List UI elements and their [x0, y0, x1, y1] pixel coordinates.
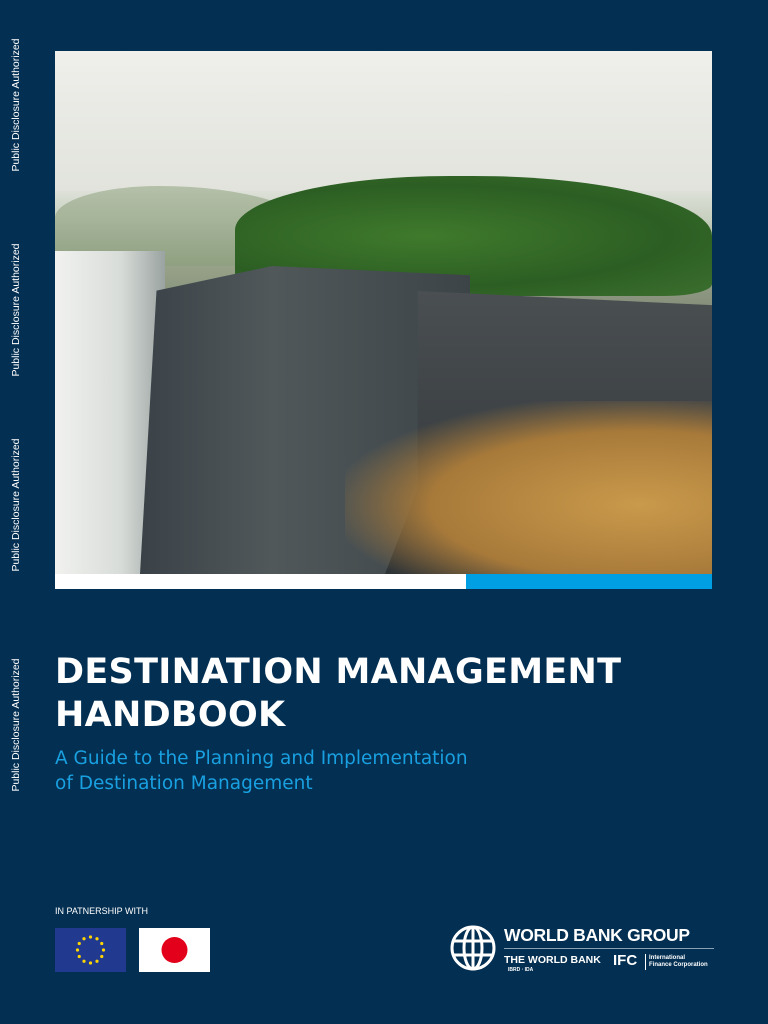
eu-star	[75, 948, 80, 952]
eu-star	[88, 935, 93, 939]
partnership-label: IN PATNERSHIP WITH	[55, 906, 149, 916]
eu-star	[101, 948, 106, 952]
eu-star	[82, 959, 86, 963]
disclosure-label: Public Disclosure Authorized	[10, 243, 22, 377]
cover-photo-waterfall-cliffs	[55, 51, 712, 574]
logo-group-name: WORLD BANK GROUP	[504, 925, 690, 945]
eu-star	[100, 954, 104, 959]
disclosure-label: Public Disclosure Authorized	[10, 658, 22, 792]
title-line-1: DESTINATION MANAGEMENT	[55, 652, 622, 692]
eu-star	[77, 941, 81, 946]
eu-star	[95, 937, 99, 941]
globe-icon	[450, 925, 496, 971]
world-bank-group-logo: WORLD BANK GROUP THE WORLD BANK IBRD · I…	[448, 924, 714, 974]
document-title: DESTINATION MANAGEMENT HANDBOOK	[55, 651, 621, 737]
disclosure-label: Public Disclosure Authorized	[10, 38, 22, 172]
subtitle-line-2: of Destination Management	[55, 773, 313, 794]
eu-star	[100, 941, 104, 946]
eu-star	[82, 937, 86, 941]
logo-world-bank: THE WORLD BANK	[504, 954, 601, 966]
blue-accent-bar	[466, 574, 712, 589]
white-accent-bar	[55, 574, 466, 589]
subtitle-line-1: A Guide to the Planning and Implementati…	[55, 748, 468, 769]
logo-ifc-line-2: Finance Corporation	[649, 962, 708, 968]
eu-star	[88, 961, 93, 965]
eu-star	[95, 959, 99, 963]
disclosure-label: Public Disclosure Authorized	[10, 438, 22, 572]
logo-ifc: IFC	[613, 952, 638, 969]
logo-ibrd-ida: IBRD · IDA	[508, 967, 534, 973]
eu-flag-icon	[55, 928, 126, 972]
eu-star	[77, 954, 81, 959]
document-subtitle: A Guide to the Planning and Implementati…	[55, 746, 468, 796]
logo-ifc-line-1: International	[649, 955, 686, 961]
title-line-2: HANDBOOK	[55, 695, 286, 735]
japan-flag-icon	[139, 928, 210, 972]
